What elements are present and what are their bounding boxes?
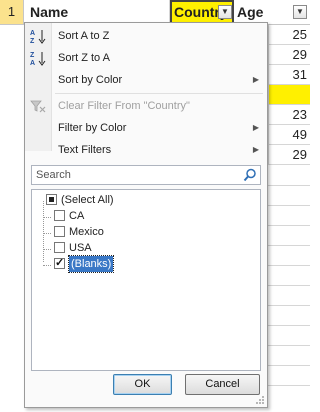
menu-item-sort-z-to-a[interactable]: Z A Sort Z to A bbox=[25, 47, 267, 69]
grid-line bbox=[268, 365, 310, 366]
menu-item-label: Filter by Color bbox=[58, 122, 127, 134]
grid-line bbox=[268, 285, 310, 286]
column-header-name[interactable]: Name bbox=[24, 0, 170, 24]
checkbox-unchecked[interactable] bbox=[54, 242, 65, 253]
grid-line bbox=[268, 205, 310, 206]
cancel-button[interactable]: Cancel bbox=[185, 374, 260, 395]
tree-connector bbox=[43, 249, 51, 250]
grid-line bbox=[268, 345, 310, 346]
country-filter-dropdown-button[interactable]: ▼ bbox=[218, 5, 232, 19]
submenu-arrow-icon: ▶ bbox=[252, 75, 259, 84]
age-cell[interactable]: 23 bbox=[268, 105, 310, 125]
menu-item-label: Sort by Color bbox=[58, 74, 123, 86]
ok-button[interactable]: OK bbox=[113, 374, 172, 395]
autofilter-menu: A Z Sort A to Z Z A Sort Z to A Sort by … bbox=[24, 22, 268, 408]
tree-connector bbox=[43, 201, 44, 262]
checkbox-unchecked[interactable] bbox=[54, 210, 65, 221]
age-filter-dropdown-button[interactable]: ▼ bbox=[293, 5, 307, 19]
age-cell-highlighted[interactable] bbox=[268, 85, 310, 105]
svg-text:A: A bbox=[30, 60, 35, 66]
age-cell[interactable]: 29 bbox=[268, 45, 310, 65]
sort-ascending-icon: A Z bbox=[30, 30, 46, 44]
list-item-label: (Blanks) bbox=[67, 255, 115, 273]
age-cell[interactable]: 25 bbox=[268, 25, 310, 45]
menu-item-label: Clear Filter From "Country" bbox=[58, 100, 190, 112]
filter-values-list[interactable]: (Select All) CA Mexico USA ✓ (Blanks) bbox=[31, 189, 261, 371]
list-item-label: CA bbox=[69, 210, 85, 222]
svg-text:Z: Z bbox=[30, 52, 35, 59]
tree-connector bbox=[43, 265, 51, 266]
grid-line bbox=[268, 325, 310, 326]
checkbox-unchecked[interactable] bbox=[54, 226, 65, 237]
menu-separator bbox=[55, 93, 263, 94]
tree-connector bbox=[43, 233, 51, 234]
menu-item-sort-a-to-z[interactable]: A Z Sort A to Z bbox=[25, 25, 267, 47]
checkbox-checked[interactable]: ✓ bbox=[54, 258, 65, 269]
svg-text:A: A bbox=[30, 30, 35, 37]
menu-item-text-filters[interactable]: Text Filters ▶ bbox=[25, 139, 267, 161]
age-cell[interactable]: 49 bbox=[268, 125, 310, 145]
grid-line bbox=[268, 225, 310, 226]
menu-item-label: Sort A to Z bbox=[58, 30, 110, 42]
search-placeholder: Search bbox=[36, 169, 71, 181]
menu-item-filter-by-color[interactable]: Filter by Color ▶ bbox=[25, 117, 267, 139]
sort-descending-icon: Z A bbox=[30, 52, 46, 66]
resize-grip-icon[interactable] bbox=[255, 395, 265, 405]
row-number[interactable]: 1 bbox=[0, 0, 24, 24]
grid-line bbox=[268, 245, 310, 246]
search-input[interactable]: Search bbox=[31, 165, 261, 185]
age-cell[interactable]: 31 bbox=[268, 65, 310, 85]
list-item-label: (Select All) bbox=[61, 194, 114, 206]
grid-line bbox=[268, 385, 310, 386]
menu-item-label: Text Filters bbox=[58, 144, 112, 156]
age-cell[interactable]: 29 bbox=[268, 145, 310, 165]
grid-line bbox=[268, 305, 310, 306]
svg-text:Z: Z bbox=[30, 38, 35, 44]
submenu-arrow-icon: ▶ bbox=[252, 145, 259, 154]
tree-connector bbox=[43, 217, 51, 218]
search-icon[interactable] bbox=[243, 168, 257, 182]
menu-item-clear-filter[interactable]: Clear Filter From "Country" bbox=[25, 95, 267, 117]
grid-line bbox=[268, 265, 310, 266]
submenu-arrow-icon: ▶ bbox=[252, 123, 259, 132]
menu-item-label: Sort Z to A bbox=[58, 52, 110, 64]
clear-filter-icon bbox=[30, 100, 46, 113]
grid-line bbox=[268, 185, 310, 186]
list-item-label: USA bbox=[69, 242, 92, 254]
menu-item-sort-by-color[interactable]: Sort by Color ▶ bbox=[25, 69, 267, 91]
checkbox-partial[interactable] bbox=[46, 194, 57, 205]
list-item-label: Mexico bbox=[69, 226, 104, 238]
